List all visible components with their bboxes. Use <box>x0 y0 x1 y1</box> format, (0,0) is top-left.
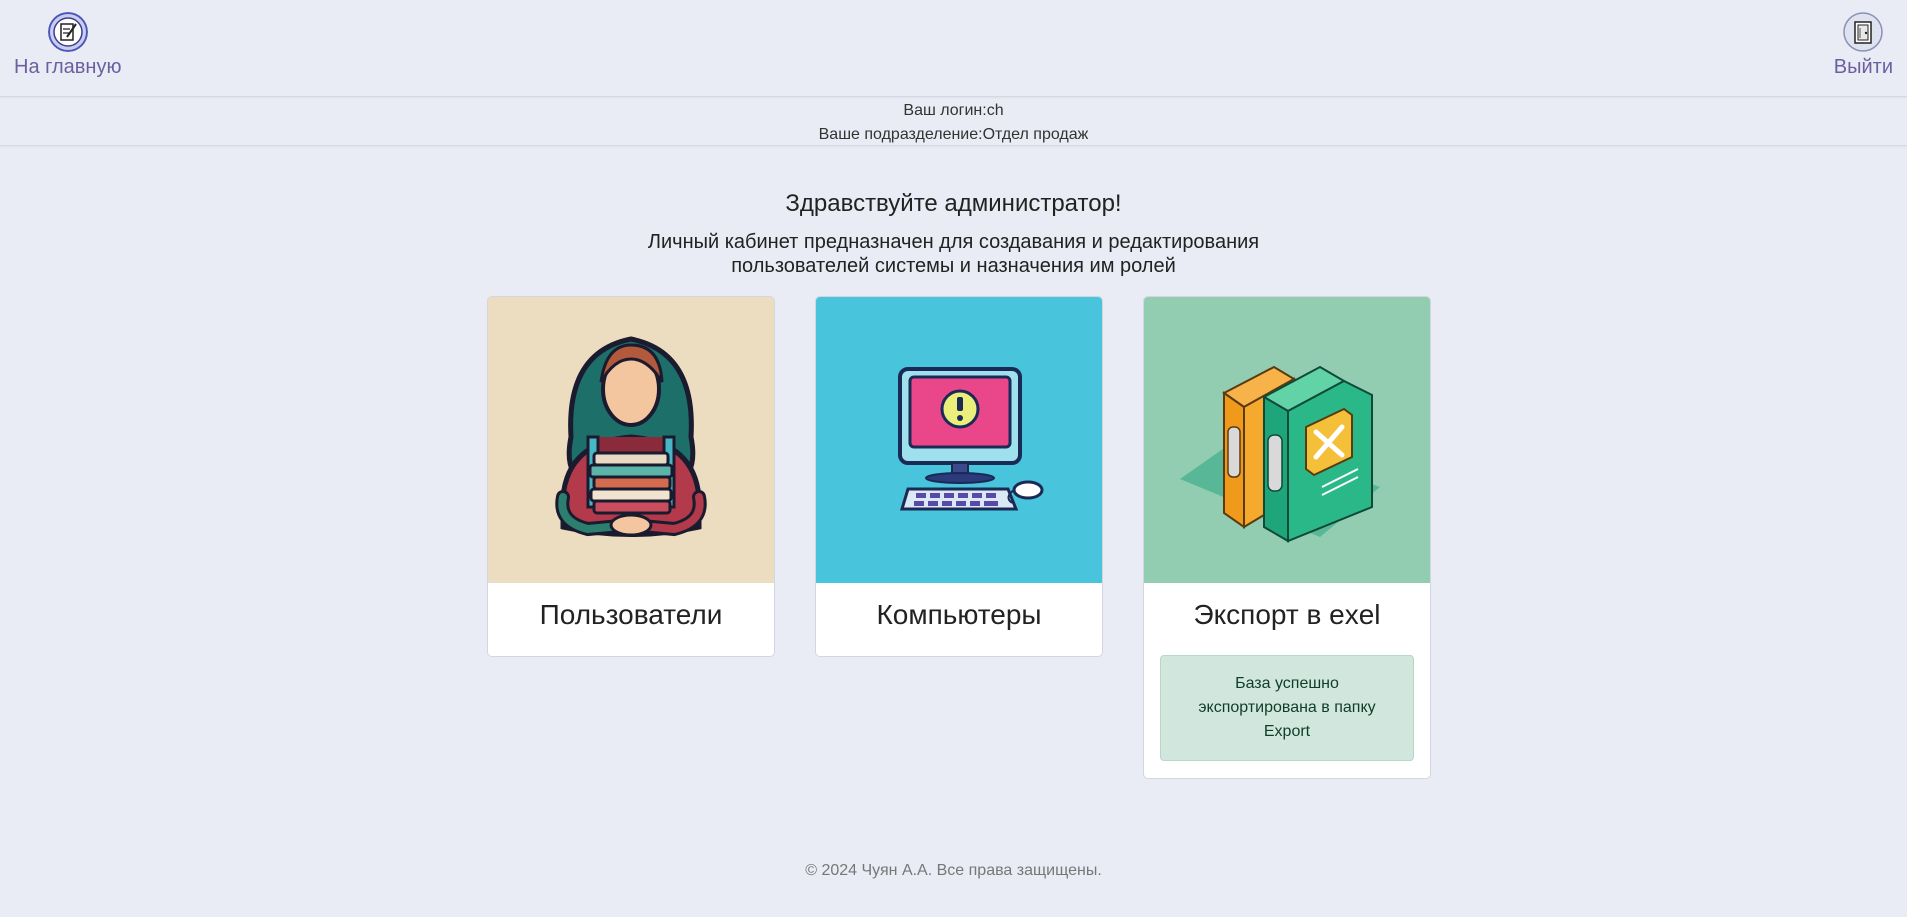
users-card-title: Пользователи <box>539 599 723 630</box>
export-success-alert: База успешно экспортирована в папку Expo… <box>1160 655 1414 761</box>
woman-holding-books-illustration <box>488 297 774 583</box>
computers-card[interactable]: Компьютеры <box>815 296 1103 657</box>
logout-link-label: Выйти <box>1833 56 1893 78</box>
user-info-bar: Ваш логин:ch Ваше подразделение:Отдел пр… <box>0 97 1907 146</box>
page-title: Здравствуйте администратор! <box>785 190 1122 217</box>
home-link-label: На главную <box>14 56 122 78</box>
excel-binders-illustration <box>1144 297 1430 583</box>
notepad-pencil-icon <box>47 12 88 52</box>
user-login: Ваш логин:ch <box>903 102 1004 119</box>
logout-link[interactable]: Выйти <box>1834 12 1893 79</box>
user-division: Ваше подразделение:Отдел продаж <box>818 126 1089 143</box>
home-link[interactable]: На главную <box>14 12 121 79</box>
page-description: Личный кабинет предназначен для создаван… <box>647 231 1260 277</box>
footer-copyright: © 2024 Чуян А.А. Все права защищены. <box>805 862 1102 879</box>
computer-warning-illustration <box>816 297 1102 583</box>
export-card-title: Экспорт в exel <box>1193 599 1381 630</box>
door-exit-icon <box>1843 12 1884 52</box>
export-card[interactable]: Экспорт в exel База успешно экспортирова… <box>1143 296 1431 779</box>
top-navbar: На главную Выйти <box>0 0 1907 97</box>
computers-card-title: Компьютеры <box>876 599 1042 630</box>
users-card[interactable]: Пользователи <box>487 296 775 657</box>
